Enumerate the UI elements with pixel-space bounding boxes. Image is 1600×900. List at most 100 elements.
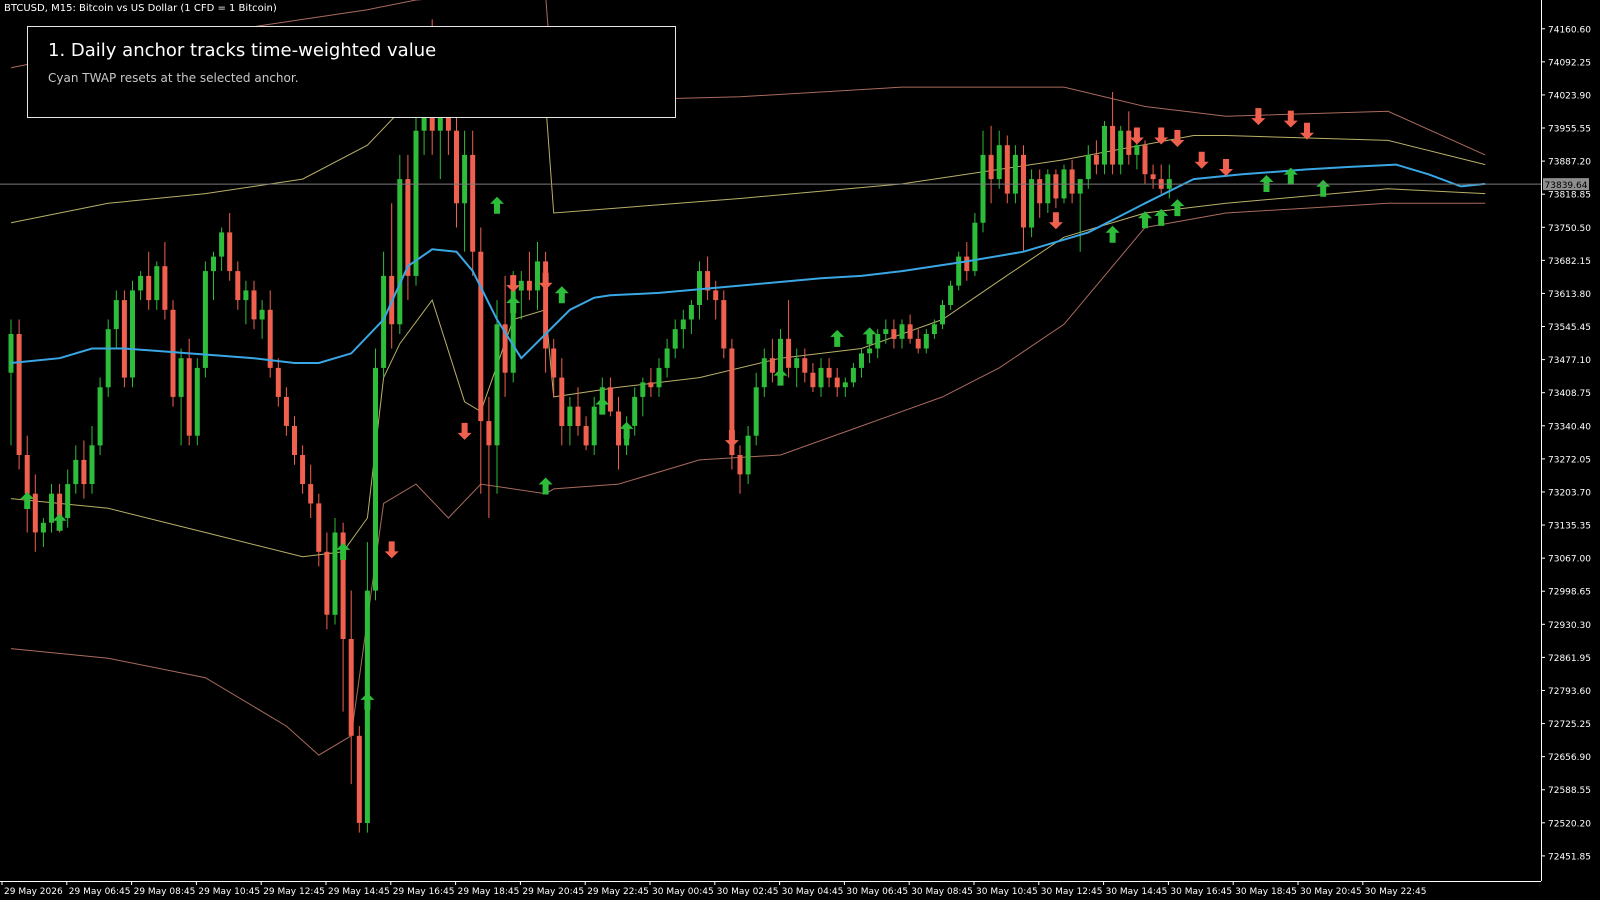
candle-body <box>688 305 694 320</box>
price-tick-label: 73613.80 <box>1548 290 1591 300</box>
time-tick-label: 29 May 12:45 <box>263 887 325 897</box>
candle-body <box>640 382 646 397</box>
candle-body <box>1021 154 1026 228</box>
time-tick-label: 30 May 00:45 <box>652 887 714 897</box>
candle-body <box>867 348 873 354</box>
candle-body <box>842 382 848 388</box>
time-tick-label: 29 May 18:45 <box>458 887 520 897</box>
candle-body <box>850 367 856 383</box>
candle-body <box>251 290 257 320</box>
candle-body <box>940 305 945 325</box>
candle-body <box>672 329 678 349</box>
time-tick-label: 29 May 22:45 <box>587 887 649 897</box>
candle-body <box>494 324 500 446</box>
price-tick-label: 73818.85 <box>1548 191 1591 201</box>
time-tick-label: 29 May 20:45 <box>522 887 584 897</box>
candle-body <box>826 367 832 378</box>
time-tick-label: 29 May 10:45 <box>198 887 260 897</box>
price-tick-label: 74160.60 <box>1548 25 1591 35</box>
candle-body <box>956 256 962 286</box>
candle-body <box>243 290 249 301</box>
candle-body <box>373 367 378 591</box>
candle-body <box>1150 174 1156 180</box>
candle-body <box>16 334 22 455</box>
time-tick-label: 30 May 16:45 <box>1170 887 1232 897</box>
candle <box>1004 135 1010 204</box>
candle-body <box>1004 145 1010 194</box>
candle-body <box>737 455 743 475</box>
candle-body <box>186 358 192 436</box>
candle <box>97 377 103 456</box>
time-tick-label: 29 May 08:45 <box>134 887 196 897</box>
candle-body <box>769 358 775 373</box>
candle-body <box>1093 154 1099 165</box>
price-tick-label: 72656.90 <box>1548 753 1591 763</box>
price-tick-label: 72451.85 <box>1548 852 1591 862</box>
candle-body <box>567 406 573 426</box>
candle-body <box>235 271 241 301</box>
candle <box>956 251 962 291</box>
candle <box>16 319 22 470</box>
candle-body <box>656 367 662 388</box>
candle-body <box>972 222 978 272</box>
candle-body <box>300 455 306 484</box>
candle-body <box>802 358 808 373</box>
candle-body <box>1029 179 1035 228</box>
candle-body <box>454 130 459 204</box>
price-tick-label: 73545.45 <box>1548 323 1591 333</box>
candle-body <box>907 324 913 339</box>
candle-body <box>1126 130 1132 155</box>
candle-body <box>948 285 954 305</box>
candle-body <box>146 275 152 301</box>
candle-body <box>778 338 783 373</box>
candle-body <box>680 319 686 330</box>
candle-body <box>162 266 168 310</box>
candle <box>105 319 111 397</box>
candle-body <box>178 358 184 397</box>
candle-body <box>1118 130 1124 165</box>
time-tick-label: 30 May 04:45 <box>782 887 844 897</box>
candle-body <box>81 459 87 485</box>
candle-body <box>413 130 419 276</box>
time-tick-label: 30 May 06:45 <box>846 887 908 897</box>
price-tick-label: 73408.75 <box>1548 389 1591 399</box>
price-tick-label: 73340.40 <box>1548 422 1591 432</box>
price-tick-label: 73955.55 <box>1548 125 1591 135</box>
price-tick-label: 72930.30 <box>1548 621 1591 631</box>
time-tick-label: 30 May 10:45 <box>976 887 1038 897</box>
candle-body <box>761 358 767 388</box>
candle-body <box>219 232 225 257</box>
candle <box>202 261 208 378</box>
candle-body <box>721 300 727 349</box>
candle-body <box>308 484 314 504</box>
candle-body <box>130 290 135 378</box>
candle <box>170 300 176 407</box>
candle-body <box>348 639 354 736</box>
candle-body <box>24 455 30 494</box>
candle <box>729 338 735 470</box>
candlestick-chart[interactable]: 73839.64 74160.60 74092.25 74023.90 73955.5… <box>0 0 1600 900</box>
candle <box>121 290 127 388</box>
candle-body <box>859 353 864 368</box>
candle-body <box>753 387 759 436</box>
candle-body <box>292 426 297 455</box>
price-tick-label: 72998.65 <box>1548 588 1591 598</box>
price-tick-label: 73750.50 <box>1548 224 1591 234</box>
candle-body <box>97 387 103 446</box>
current-price-label: 73839.64 <box>1545 181 1588 191</box>
candle-body <box>89 445 95 484</box>
candle-body <box>1085 154 1091 180</box>
time-tick-label: 29 May 06:45 <box>69 887 131 897</box>
price-tick-label: 74023.90 <box>1548 91 1591 101</box>
candle-body <box>535 261 540 291</box>
candle <box>397 154 403 335</box>
candle-body <box>632 396 638 426</box>
price-tick-label: 72520.20 <box>1548 819 1591 829</box>
candle-body <box>1037 179 1043 204</box>
candle-body <box>65 484 71 518</box>
candle-body <box>591 406 597 446</box>
candle-body <box>875 334 881 349</box>
candle-body <box>478 251 484 422</box>
candle-body <box>1045 174 1051 204</box>
candle-body <box>1134 145 1140 155</box>
